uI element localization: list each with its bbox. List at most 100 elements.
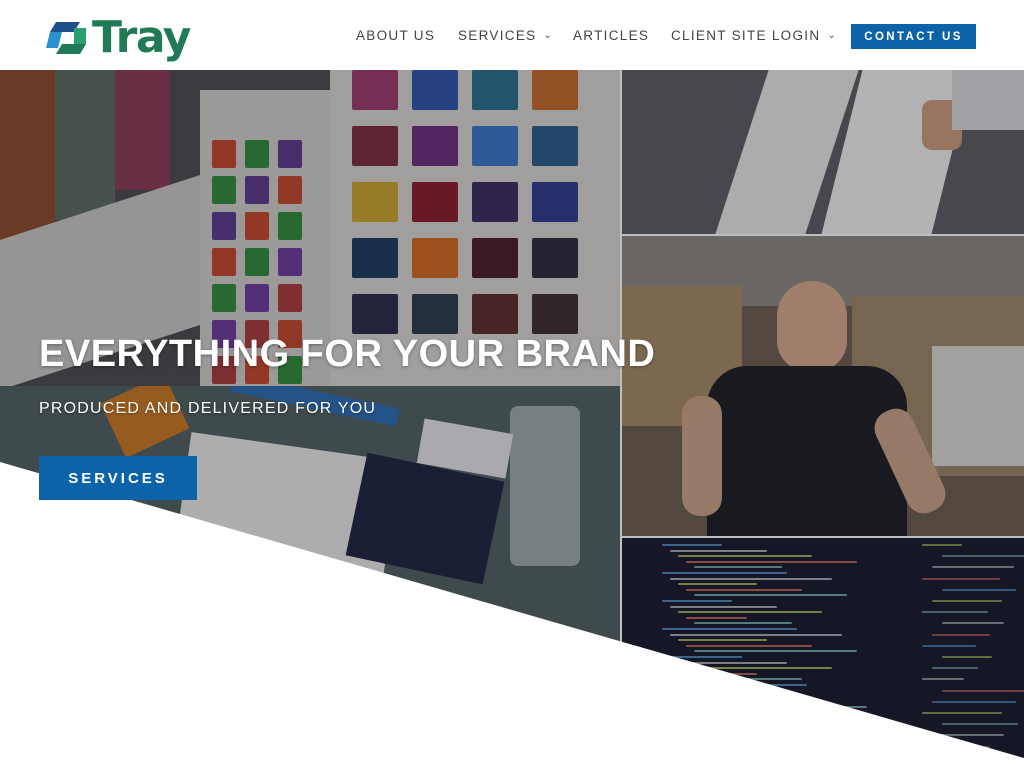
nav-client-site-login[interactable]: CLIENT SITE LOGIN ⌄ — [671, 28, 837, 43]
color-swatch — [278, 176, 302, 204]
nav-services[interactable]: SERVICES ⌄ — [458, 28, 553, 43]
color-swatch — [472, 126, 518, 166]
code-line — [694, 622, 792, 625]
code-line — [662, 544, 722, 546]
color-swatch — [472, 70, 518, 110]
code-line — [686, 588, 802, 591]
nav-articles[interactable]: ARTICLES — [573, 28, 649, 43]
code-line — [942, 656, 992, 658]
code-line — [942, 555, 1024, 558]
color-swatch — [278, 212, 302, 240]
hero-subtitle: PRODUCED AND DELIVERED FOR YOU — [39, 400, 377, 417]
color-swatch — [352, 238, 398, 278]
color-swatch — [412, 294, 458, 334]
code-line — [922, 544, 962, 546]
code-line — [922, 712, 1002, 714]
color-swatch — [532, 238, 578, 278]
color-swatch — [532, 126, 578, 166]
code-line — [678, 751, 787, 754]
color-swatch — [412, 70, 458, 110]
code-line — [942, 756, 1006, 759]
nav-articles-label: ARTICLES — [573, 28, 650, 43]
chevron-down-icon: ⌄ — [543, 30, 554, 41]
color-swatch — [412, 238, 458, 278]
color-swatch — [352, 182, 398, 222]
code-line — [670, 633, 842, 636]
hero-services-button[interactable]: SERVICES — [39, 456, 197, 500]
color-swatch — [412, 126, 458, 166]
code-line — [662, 656, 742, 658]
code-line — [942, 723, 1018, 726]
color-swatch — [278, 140, 302, 168]
code-line — [662, 712, 752, 714]
contact-us-button[interactable]: CONTACT US — [851, 24, 976, 49]
code-line — [686, 728, 767, 731]
code-editor-photo — [622, 538, 1024, 768]
brand-name: Tray — [92, 12, 191, 63]
code-line — [678, 583, 757, 586]
code-line — [932, 700, 1016, 703]
code-line — [662, 628, 797, 630]
code-line — [662, 572, 787, 574]
code-line — [942, 689, 1024, 692]
nav-about-us[interactable]: ABOUT US — [356, 28, 435, 43]
code-line — [670, 745, 742, 748]
color-swatch — [278, 284, 302, 312]
printing-roll-photo — [622, 70, 1024, 234]
code-line — [922, 644, 976, 647]
code-line — [922, 745, 990, 748]
color-swatch — [532, 70, 578, 110]
branded-merchandise-photo — [0, 386, 620, 768]
site-header: Tray ABOUT US SERVICES ⌄ ARTICLES CLIENT… — [0, 0, 1024, 70]
code-line — [686, 616, 747, 619]
code-line — [686, 672, 757, 675]
color-swatch — [472, 182, 518, 222]
tray-logo-icon — [46, 22, 86, 54]
code-line — [922, 678, 964, 681]
hero-section: EVERYTHING FOR YOUR BRAND PRODUCED AND D… — [0, 70, 1024, 768]
color-swatch — [245, 248, 269, 276]
code-line — [662, 600, 732, 602]
code-line — [670, 689, 732, 692]
code-line — [932, 600, 1002, 602]
code-line — [686, 644, 812, 647]
code-line — [678, 723, 842, 726]
code-line — [686, 560, 857, 563]
code-line — [694, 678, 802, 681]
code-line — [694, 706, 867, 709]
code-line — [932, 633, 990, 636]
color-swatch — [245, 284, 269, 312]
code-line — [670, 549, 767, 552]
color-swatch — [352, 294, 398, 334]
color-swatch — [352, 70, 398, 110]
color-swatch — [532, 294, 578, 334]
code-line — [942, 588, 1016, 591]
code-line — [694, 650, 857, 653]
code-line — [942, 622, 1004, 625]
warehouse-staff-photo — [622, 236, 1024, 536]
code-line — [678, 667, 832, 670]
code-line — [678, 639, 767, 642]
color-swatch — [278, 248, 302, 276]
code-line — [694, 594, 847, 597]
color-swatch — [245, 176, 269, 204]
nav-services-label: SERVICES — [458, 28, 537, 43]
color-swatch — [212, 248, 236, 276]
code-line — [678, 695, 777, 698]
code-line — [686, 756, 832, 759]
color-swatch — [212, 284, 236, 312]
color-swatch — [412, 182, 458, 222]
hero-title: EVERYTHING FOR YOUR BRAND — [39, 333, 656, 375]
code-line — [694, 734, 812, 737]
code-line — [932, 566, 1014, 569]
site-logo[interactable]: Tray — [46, 12, 196, 64]
nav-client-site-login-label: CLIENT SITE LOGIN — [671, 28, 821, 43]
color-swatch — [212, 176, 236, 204]
code-line — [662, 740, 817, 742]
code-line — [932, 734, 1004, 737]
color-swatch — [245, 212, 269, 240]
chevron-down-icon: ⌄ — [827, 30, 838, 41]
color-swatch — [212, 140, 236, 168]
code-line — [678, 555, 812, 558]
code-line — [694, 566, 782, 569]
